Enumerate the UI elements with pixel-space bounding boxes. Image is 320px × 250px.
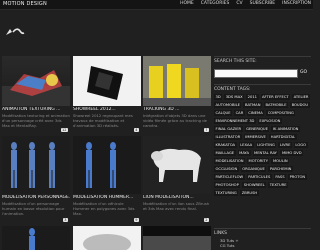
comment-count-badge[interactable]: 2 [203,218,209,222]
post-description: Modélisation d'un véhicule Hummer en pol… [73,201,135,216]
tag-item[interactable]: 3D [214,94,223,100]
tag-item[interactable]: KRAKATOA [214,142,237,148]
site-logo-icon[interactable] [5,26,25,38]
nav-categories[interactable]: CATEGORIES [201,1,230,6]
tag-item[interactable]: FINAL GAZIER [214,126,243,132]
post-description: Showreel 2012 regroupant mes travaux de … [73,113,133,128]
post-description: Modélisation d'un lion sous ZBrush et 3d… [143,201,210,211]
post-thumbnail[interactable] [2,56,70,106]
post-tile[interactable]: MODELISATION PERSONNAGE... Modélisation … [2,136,70,222]
nav-cv[interactable]: CV [236,1,242,6]
tag-item[interactable]: PHOTOSHOP [214,182,241,188]
post-description: Intégration d'objets 3D dans une vidéo f… [143,113,207,128]
post-title[interactable]: LION MODELISATION... [143,195,211,200]
tag-item[interactable]: LIVRE [278,142,292,148]
tag-item[interactable]: 3DS MAX [224,94,245,100]
tag-item[interactable]: MAILLAGE [214,150,236,156]
tag-item[interactable]: LOGO [293,142,308,148]
tag-item[interactable]: 2011 [246,94,259,100]
tag-item[interactable]: HARTDIGITAL [269,134,297,140]
search-input[interactable] [214,69,298,78]
tag-item[interactable]: CINEMA [246,110,265,116]
tag-item[interactable]: PARTICLEFLOW [214,174,245,180]
tag-item[interactable]: TEXTURE [268,182,289,188]
tag-item[interactable]: CALQUE [214,110,233,116]
tag-item[interactable]: BATMOBILE [263,102,289,108]
tag-item[interactable]: AFTER EFFECT [260,94,291,100]
post-thumbnail[interactable] [73,56,141,106]
post-thumbnail[interactable] [2,136,70,194]
tag-item[interactable]: MAYA [237,150,251,156]
tag-item[interactable]: GENERIQUE [244,126,270,132]
post-tile[interactable]: TRACKING 3D ... Intégration d'objets 3D … [143,56,211,132]
post-tile[interactable] [73,226,141,250]
post-tile[interactable] [143,226,211,250]
comment-count-badge[interactable]: 12 [60,128,68,132]
comment-count-badge[interactable]: 4 [133,128,139,132]
post-title[interactable]: SHOWREEL 2012... [73,107,141,112]
tag-item[interactable]: LEXAA [238,142,254,148]
comment-count-badge[interactable]: 7 [203,128,209,132]
tag-item[interactable]: IMMERSIVE [243,134,268,140]
tag-item[interactable]: ENVIRONNEMENT 3D [214,118,256,124]
content-tags-title: CONTENT TAGS: [214,84,311,92]
tag-item[interactable]: MENTAL RAY [252,150,279,156]
comment-count-badge[interactable]: 9 [133,218,139,222]
post-tile[interactable]: SHOWREEL 2012... Showreel 2012 regroupan… [73,56,141,132]
post-tile[interactable] [2,226,70,250]
tag-item[interactable]: MOTORITY [247,158,270,164]
post-thumbnail[interactable] [143,56,211,106]
post-title[interactable]: ANIMATION TEXTURING ... [2,107,70,112]
post-title[interactable]: TRACKING 3D ... [143,107,211,112]
link-item[interactable]: CG Tuts [220,243,239,248]
tag-item[interactable]: SHOWREEL [242,182,267,188]
tag-item[interactable]: ZBRUSH [240,190,259,196]
tag-item[interactable]: IK ANIMATION [271,126,300,132]
post-title[interactable]: MODELISATION HUMMER... [73,195,141,200]
links-list: 3D Tuts + CG Tuts [220,238,239,248]
tag-item[interactable]: PARTICULES [246,174,272,180]
tag-item[interactable]: AUTOMOBILE [214,102,242,108]
tag-cloud: 3D 3DS MAX 2011 AFTER EFFECT ATELIER AUTOMOBI… [214,94,311,196]
tag-item[interactable]: MOULIN [271,158,290,164]
tag-item[interactable]: BOUDOU [290,102,310,108]
top-nav: HOME CATEGORIES CV SUBSCRIBE INSCRIPTION [180,1,311,6]
search-title: SEARCH THIS SITE: [214,56,311,64]
post-description: Modélisation texturing et animation d'un… [2,113,70,128]
tag-item[interactable]: LIGHTING [255,142,277,148]
nav-subscribe[interactable]: SUBSCRIBE [250,1,276,6]
tag-item[interactable]: ILLUSTRATOR [214,134,242,140]
post-tile[interactable]: ANIMATION TEXTURING ... Modélisation tex… [2,56,70,132]
top-bar: MOTION DESIGN HOME CATEGORIES CV SUBSCRI… [0,0,313,10]
tag-item[interactable]: PROTON [288,174,307,180]
post-tile[interactable]: MODELISATION HUMMER... Modélisation d'un… [73,136,141,222]
tag-item[interactable]: ORGANIQUE [240,166,267,172]
tag-item[interactable]: MODELISATION [214,158,246,164]
nav-home[interactable]: HOME [180,1,194,6]
tag-item[interactable]: COMPOSITING [266,110,296,116]
sidebar: SEARCH THIS SITE: [214,56,311,64]
tag-item[interactable]: BATMAN [243,102,262,108]
tag-item[interactable]: PASS [273,174,287,180]
comment-count-badge[interactable]: 3 [62,218,68,222]
post-thumbnail[interactable] [73,226,141,250]
tag-item[interactable]: ATELIER [292,94,310,100]
tag-item[interactable]: CAR [234,110,245,116]
tag-item[interactable]: MIMO DVD [280,150,304,156]
tag-item[interactable]: TEXTURING [214,190,239,196]
tag-item[interactable]: OCCLUSION [214,166,239,172]
nav-inscription[interactable]: INSCRIPTION [282,1,311,6]
post-thumbnail[interactable] [143,136,211,194]
links-title: LINKS [214,228,311,236]
post-thumbnail[interactable] [143,226,211,250]
tag-item[interactable]: PARCHEMIN [268,166,293,172]
tag-item[interactable]: EXPLOSION [257,118,282,124]
search-go-button[interactable]: GO [300,70,307,75]
post-thumbnail[interactable] [2,226,70,250]
post-thumbnail[interactable] [73,136,141,194]
site-brand[interactable]: MOTION DESIGN [3,1,47,7]
post-tile[interactable]: LION MODELISATION... Modélisation d'un l… [143,136,211,222]
post-description: Modélisation d'un personnage humain en b… [2,201,65,216]
post-title[interactable]: MODELISATION PERSONNAGE... [2,195,70,200]
